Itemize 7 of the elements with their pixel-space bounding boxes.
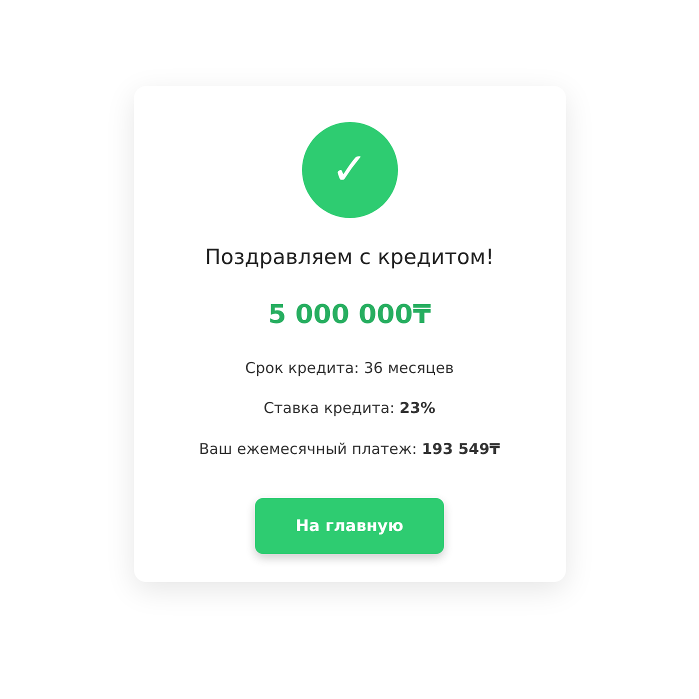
loan-detail: Ставка кредита: 23%	[264, 398, 436, 419]
loan-amount: 5 000 000₸	[268, 298, 431, 332]
title: Поздравляем с кредитом!	[204, 244, 494, 271]
home-button[interactable]: На главную	[255, 498, 444, 554]
check-icon: ✓	[331, 148, 368, 192]
loan-detail: Ваш ежемесячный платеж: 193 549₸	[199, 438, 500, 460]
loan-detail: Срок кредита: 36 месяцев	[245, 358, 454, 378]
